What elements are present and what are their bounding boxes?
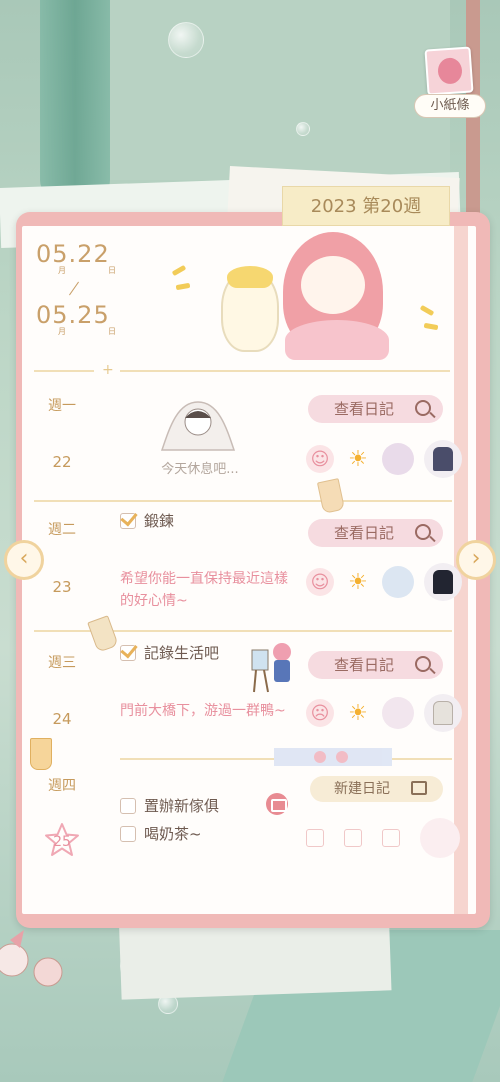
checkbox-checked[interactable] [120, 644, 136, 661]
day-unit: 日 [108, 327, 116, 336]
washi-tape [274, 748, 392, 766]
sun-icon[interactable]: ☀ [344, 445, 372, 473]
day-number: 24 [52, 710, 72, 728]
task-item[interactable]: 置辦新傢俱 [120, 795, 219, 816]
weekday-label: 週四 [48, 778, 76, 794]
resting-character [158, 398, 238, 458]
day-number: 22 [52, 453, 72, 471]
end-date: 05.25 [36, 301, 110, 329]
search-icon [415, 656, 431, 672]
empty-mood-slot[interactable] [306, 829, 324, 847]
section-divider [34, 370, 94, 372]
outfit-shape [433, 570, 453, 594]
outfit-icon[interactable] [424, 440, 462, 478]
weekday-label: 週一 [48, 398, 76, 414]
outfit-shape [433, 701, 453, 725]
cat-hat [227, 266, 273, 288]
task-label: 喝奶茶~ [144, 825, 202, 843]
day-number: 25 [53, 834, 71, 850]
view-diary-label: 查看日記 [334, 400, 395, 418]
juice-sticker [30, 738, 52, 770]
camera-icon[interactable] [266, 793, 288, 815]
corner-note-button[interactable]: 小紙條 [412, 46, 490, 120]
plus-ornament: + [102, 362, 114, 378]
month-unit: 月 [58, 266, 66, 275]
weekday-label: 週三 [48, 655, 76, 671]
section-divider [120, 370, 450, 372]
bubble [168, 22, 204, 58]
day-icons: ☹ ☀ [306, 694, 462, 732]
view-diary-button[interactable]: 查看日記 [308, 519, 443, 547]
day-number: 23 [52, 578, 72, 596]
note-thumbnail [424, 46, 474, 96]
task-item[interactable]: 記錄生活吧 [120, 642, 219, 663]
task-item[interactable]: 喝奶茶~ [120, 823, 202, 844]
painter-sticker [250, 640, 300, 696]
girl-face [301, 256, 365, 314]
checkbox-checked[interactable] [120, 512, 136, 529]
rest-message: 今天休息吧... [161, 462, 239, 477]
sun-icon[interactable]: ☀ [344, 568, 372, 596]
new-diary-button[interactable]: 新建日記 [310, 776, 443, 802]
task-label: 鍛鍊 [144, 512, 175, 530]
today-star-marker: 25 [44, 822, 80, 858]
diary-memo: 希望你能一直保持最近這樣的好心情~ [120, 571, 288, 609]
day-icons [306, 818, 460, 858]
corner-note-label: 小紙條 [414, 94, 486, 118]
next-week-button[interactable]: › [456, 540, 496, 580]
section-divider [34, 500, 452, 502]
empty-photo-slot[interactable] [382, 829, 400, 847]
view-diary-button[interactable]: 查看日記 [308, 651, 443, 679]
previous-week-button[interactable]: ‹ [4, 540, 44, 580]
girl-dress [285, 320, 389, 360]
section-divider [392, 758, 452, 760]
sun-icon[interactable]: ☀ [344, 699, 372, 727]
day-unit: 日 [108, 266, 116, 275]
date-range: 05.22 月 日 05.25 月 日 [36, 240, 116, 337]
search-icon [415, 524, 431, 540]
mood-icon[interactable]: ☹ [306, 699, 334, 727]
mood-icon[interactable]: ☺ [306, 568, 334, 596]
view-diary-label: 查看日記 [334, 524, 395, 542]
empty-outfit-slot[interactable] [420, 818, 460, 858]
task-label: 記錄生活吧 [144, 644, 220, 662]
empty-weather-slot[interactable] [344, 829, 362, 847]
view-diary-button[interactable]: 查看日記 [308, 395, 443, 423]
task-item[interactable]: 鍛鍊 [120, 510, 174, 531]
background-wall [110, 0, 450, 180]
photo-thumbnail[interactable] [382, 566, 414, 598]
checkbox-unchecked[interactable] [120, 825, 136, 842]
checkbox-unchecked[interactable] [120, 797, 136, 814]
date-separator [69, 281, 79, 296]
mood-icon[interactable]: ☺ [306, 445, 334, 473]
day-icons: ☺ ☀ [306, 563, 462, 601]
search-icon [415, 400, 431, 416]
week-tab: 2023 第20週 [282, 186, 450, 226]
curtain [40, 0, 110, 200]
outfit-shape [433, 447, 453, 471]
photo-thumbnail[interactable] [382, 443, 414, 475]
header-illustration [215, 230, 415, 360]
outfit-icon[interactable] [424, 694, 462, 732]
day-icons: ☺ ☀ [306, 440, 462, 478]
view-diary-label: 查看日記 [334, 656, 395, 674]
outfit-icon[interactable] [424, 563, 462, 601]
weekday-label: 週二 [48, 522, 76, 538]
photo-thumbnail[interactable] [382, 697, 414, 729]
edit-icon [411, 781, 427, 795]
task-label: 置辦新傢俱 [144, 797, 220, 815]
start-date: 05.22 [36, 240, 110, 268]
bubble [296, 122, 310, 136]
ornament-decoration [0, 900, 70, 1000]
diary-memo: 門前大橋下，游過一群鴨~ [120, 703, 286, 719]
month-unit: 月 [58, 327, 66, 336]
new-diary-label: 新建日記 [334, 781, 390, 797]
section-divider [120, 758, 274, 760]
